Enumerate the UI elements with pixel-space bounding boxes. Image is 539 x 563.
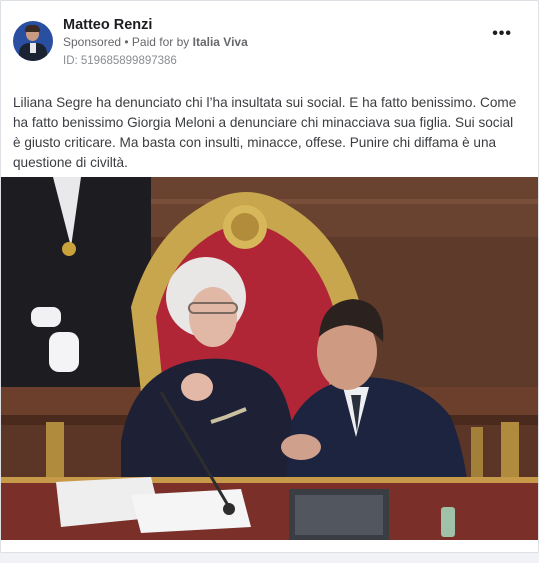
paid-for-label: Paid for by (131, 35, 193, 49)
paid-for-by-link[interactable]: Italia Viva (193, 35, 248, 49)
senate-photo-illustration (1, 177, 538, 540)
author-name[interactable]: Matteo Renzi (63, 17, 152, 33)
ad-post-card: Matteo Renzi Sponsored • Paid for by Ita… (0, 0, 539, 553)
post-photo[interactable] (1, 177, 538, 540)
sponsored-label: Sponsored (63, 35, 122, 49)
post-footer-spacer (1, 540, 538, 552)
meta-separator: • (121, 35, 132, 49)
more-options-icon[interactable]: ••• (492, 25, 512, 43)
post-text: Liliana Segre ha denunciato chi l’ha ins… (13, 95, 517, 170)
post-header: Matteo Renzi Sponsored • Paid for by Ita… (13, 15, 526, 71)
avatar[interactable] (13, 21, 53, 61)
ad-id: ID: 519685899897386 (63, 55, 177, 67)
sponsored-line: Sponsored • Paid for by Italia Viva (63, 35, 248, 49)
